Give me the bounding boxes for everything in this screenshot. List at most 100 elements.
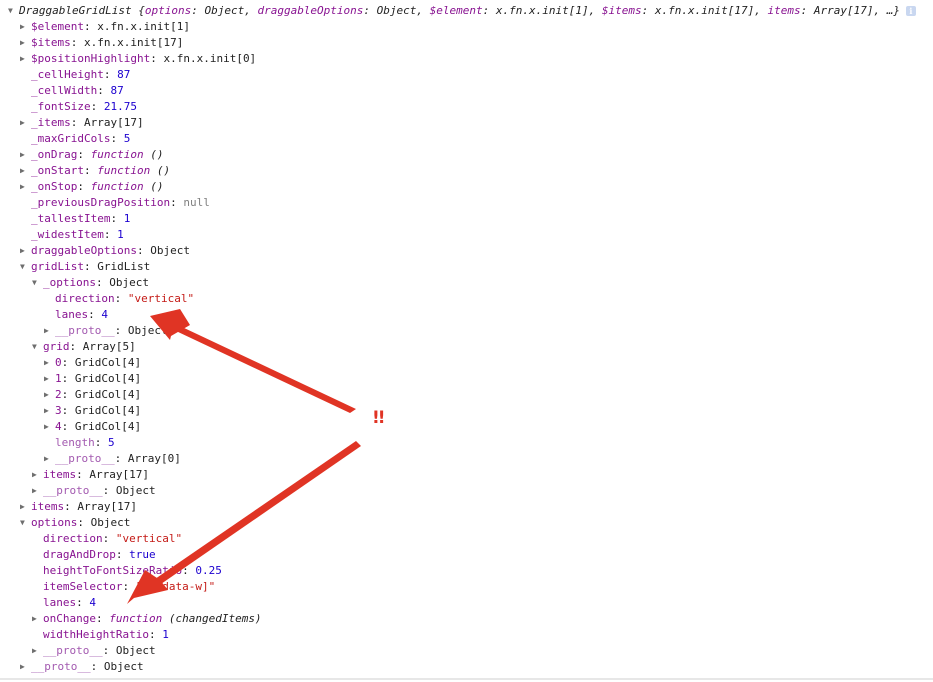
key-value-separator: : [150,52,164,65]
property-row[interactable]: ▶ items: Array[17] [20,499,137,515]
summary-prefix: DraggableGridList { [19,4,145,17]
property-row[interactable]: ▶ 0: GridCol[4] [44,355,141,371]
property-row[interactable]: ▶ 4: GridCol[4] [44,419,141,435]
expanded-triangle-icon[interactable]: ▼ [20,515,31,531]
property-value: Array[0] [127,452,181,465]
property-row[interactable]: ▶ __proto__: Array[0] [44,451,181,467]
collapsed-triangle-icon[interactable]: ▶ [32,467,43,483]
expanded-triangle-icon[interactable]: ▼ [32,275,43,291]
property-value: "vertical" [127,292,195,305]
collapsed-triangle-icon[interactable]: ▶ [20,19,31,35]
property-row: direction: "vertical" [32,531,182,547]
collapsed-triangle-icon[interactable]: ▶ [32,611,43,627]
property-row: _widestItem: 1 [20,227,124,243]
property-row: _cellHeight: 87 [20,67,130,83]
property-row[interactable]: ▶ onChange: function (changedItems) [32,611,262,627]
collapsed-triangle-icon[interactable]: ▶ [32,483,43,499]
property-key: _items [31,116,71,129]
summary-comma: , [244,4,258,17]
collapsed-triangle-icon[interactable]: ▶ [20,499,31,515]
property-row[interactable]: ▶ 1: GridCol[4] [44,371,141,387]
key-value-separator: : [182,564,196,577]
property-row[interactable]: ▶ __proto__: Object [44,323,168,339]
property-key: 0 [55,356,62,369]
property-row: length: 5 [44,435,115,451]
collapsed-triangle-icon[interactable]: ▶ [20,115,31,131]
property-row[interactable]: ▶ draggableOptions: Object [20,243,190,259]
summary-comma: , [754,4,768,17]
property-value: Object [109,276,149,289]
property-row: dragAndDrop: true [32,547,156,563]
property-row[interactable]: ▶ $positionHighlight: x.fn.x.init[0] [20,51,256,67]
key-value-separator: : [83,20,98,33]
property-value: 4 [101,308,108,321]
property-row[interactable]: ▶ $items: x.fn.x.init[17] [20,35,183,51]
key-value-separator: : [70,116,84,129]
collapsed-triangle-icon[interactable]: ▶ [20,147,31,163]
property-value: GridCol[4] [74,388,142,401]
property-key: widthHeightRatio [43,628,149,641]
key-value-separator: : [114,292,128,305]
collapsed-triangle-icon[interactable]: ▶ [44,403,55,419]
collapsed-triangle-icon[interactable]: ▶ [44,387,55,403]
property-row[interactable]: ▶ __proto__: Object [32,643,156,659]
property-value: x.fn.x.init[0] [163,52,257,65]
key-value-separator: : [115,548,130,561]
key-value-separator: : [61,372,75,385]
property-key: _options [43,276,96,289]
property-row[interactable]: ▼ _options: Object [32,275,149,291]
property-value: Array[17] [89,468,149,481]
collapsed-triangle-icon[interactable]: ▶ [20,163,31,179]
collapsed-triangle-icon[interactable]: ▶ [44,371,55,387]
expanded-triangle-icon[interactable]: ▼ [8,3,19,19]
collapsed-triangle-icon[interactable]: ▶ [20,243,31,259]
object-summary-row[interactable]: ▼ DraggableGridList {options: Object, dra… [8,3,916,19]
key-value-separator: : [148,628,163,641]
key-value-separator: : [70,36,84,49]
collapsed-triangle-icon[interactable]: ▶ [20,35,31,51]
property-row[interactable]: ▶ __proto__: Object [32,483,156,499]
property-row[interactable]: ▶ _onStart: function () [20,163,170,179]
info-icon[interactable]: i [905,6,916,16]
property-key: direction [55,292,115,305]
collapsed-triangle-icon[interactable]: ▶ [20,51,31,67]
expanded-triangle-icon[interactable]: ▼ [32,339,43,355]
summary-value: Array[17] [813,4,874,17]
property-row[interactable]: ▶ 2: GridCol[4] [44,387,141,403]
property-row[interactable]: ▶ $element: x.fn.x.init[1] [20,19,190,35]
property-row[interactable]: ▶ 3: GridCol[4] [44,403,141,419]
property-row[interactable]: ▶ __proto__: Object [20,659,144,675]
summary-separator: : [363,4,377,17]
expanded-triangle-icon[interactable]: ▼ [20,259,31,275]
property-row[interactable]: ▼ gridList: GridList [20,259,150,275]
key-value-separator: : [102,484,116,497]
collapsed-triangle-icon[interactable]: ▶ [44,419,55,435]
summary-separator: : [191,4,205,17]
property-key: onChange [43,612,96,625]
collapsed-triangle-icon[interactable]: ▶ [20,179,31,195]
summary-key: options [144,4,192,17]
property-key: lanes [55,308,89,321]
property-value: Array[5] [82,340,136,353]
key-value-separator: : [77,148,91,161]
key-value-separator: : [110,212,124,225]
property-row[interactable]: ▶ _onDrag: function () [20,147,163,163]
key-value-separator: : [97,84,111,97]
property-row[interactable]: ▼ options: Object [20,515,130,531]
key-value-separator: : [110,132,124,145]
property-row: lanes: 4 [44,307,108,323]
collapsed-triangle-icon[interactable]: ▶ [44,323,55,339]
property-row[interactable]: ▶ _items: Array[17] [20,115,144,131]
collapsed-triangle-icon[interactable]: ▶ [44,355,55,371]
property-key: items [31,500,65,513]
property-row[interactable]: ▶ _onStop: function () [20,179,163,195]
property-value: 5 [123,132,131,145]
collapsed-triangle-icon[interactable]: ▶ [44,451,55,467]
summary-key: items [767,4,801,17]
property-row[interactable]: ▼ grid: Array[5] [32,339,136,355]
collapsed-triangle-icon[interactable]: ▶ [20,659,31,675]
collapsed-triangle-icon[interactable]: ▶ [32,643,43,659]
property-key: itemSelector [43,580,123,593]
property-row[interactable]: ▶ items: Array[17] [32,467,149,483]
property-value: 1 [117,228,124,241]
